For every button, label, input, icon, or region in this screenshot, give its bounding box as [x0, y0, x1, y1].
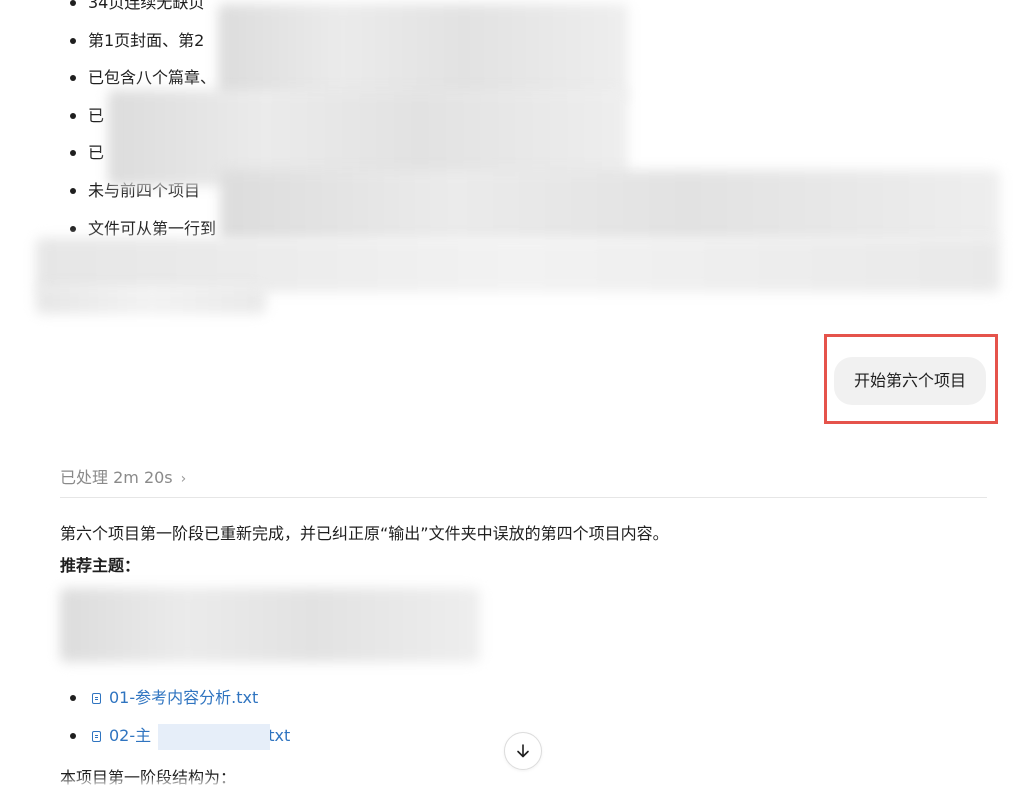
user-message-text: 开始第六个项目 [853, 371, 966, 390]
file-name: 01-参考内容分析.txt [109, 688, 259, 707]
assistant-summary: 第六个项目第一阶段已重新完成，并已纠正原“输出”文件夹中误放的第四个项目内容。 [60, 524, 669, 543]
chevron-right-icon: › [180, 471, 187, 487]
processed-toggle[interactable]: 已处理 2m 20s › [60, 466, 186, 491]
list-item: 01-参考内容分析.txt [64, 684, 290, 722]
recommended-topic-label: 推荐主题： [60, 556, 141, 575]
redacted-region [36, 238, 1000, 292]
arrow-down-icon [517, 744, 529, 758]
processed-label: 已处理 2m 20s [60, 468, 173, 487]
file-name: 02-主 [109, 726, 152, 745]
user-message-bubble: 开始第六个项目 [834, 357, 986, 405]
redacted-region [218, 4, 628, 100]
redacted-region [158, 724, 270, 750]
list-item: 34页连续无缺页 [64, 0, 216, 22]
list-item: 第1页封面、第2 [64, 22, 216, 60]
bottom-fade [0, 776, 1024, 788]
redacted-region [220, 170, 1000, 242]
redacted-region [36, 286, 266, 314]
document-icon [92, 730, 101, 742]
chat-page: 34页连续无缺页 第1页封面、第2 已包含八个篇章、 已 已 未与前四个项目 文… [0, 0, 1024, 788]
scroll-down-button[interactable] [504, 732, 542, 770]
divider [60, 497, 987, 498]
document-icon [92, 692, 101, 704]
redacted-region [60, 588, 480, 662]
file-link[interactable]: 01-参考内容分析.txt [92, 684, 258, 712]
